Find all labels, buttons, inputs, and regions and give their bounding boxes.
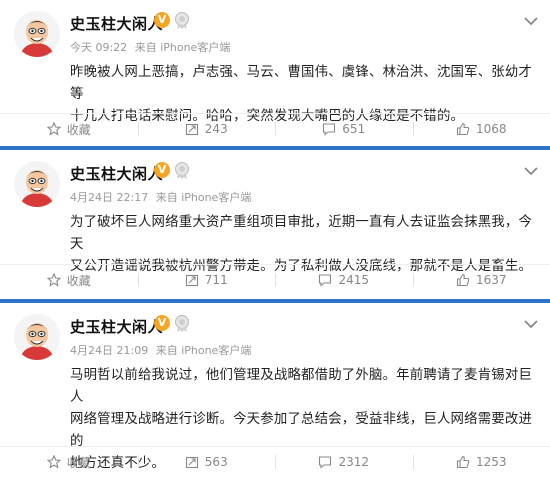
- verified-v-icon: V: [154, 315, 170, 331]
- weibo-post-3: 史玉柱大闲人 V 4月24日 21:09 来自 iPhone客户端 马明哲以前给…: [0, 303, 550, 480]
- weibo-post-1: 史玉柱大闲人 V 今天 09:22 来自 iPhone客户端 昨晚被人网上恶搞，…: [0, 0, 550, 146]
- verified-v-icon: V: [154, 162, 170, 178]
- post-meta: 4月24日 22:17 来自 iPhone客户端: [70, 189, 255, 205]
- repost-button[interactable]: 243: [137, 114, 276, 144]
- repost-icon: [185, 123, 198, 136]
- avatar[interactable]: [14, 314, 60, 360]
- chevron-down-icon[interactable]: [524, 16, 538, 26]
- medal-icon: [175, 315, 189, 332]
- comment-icon: [319, 274, 332, 287]
- collect-button[interactable]: 收藏: [0, 447, 138, 477]
- post-meta: 今天 09:22 来自 iPhone客户端: [70, 39, 234, 55]
- repost-button[interactable]: 711: [137, 265, 276, 295]
- avatar-cartoon-icon: [14, 161, 60, 207]
- avatar[interactable]: [14, 161, 60, 207]
- post-source[interactable]: 来自 iPhone客户端: [156, 191, 252, 204]
- star-icon: [46, 455, 61, 469]
- post-actions: 收藏 711 2415 1637: [0, 264, 550, 295]
- comment-icon: [319, 456, 332, 469]
- post-meta: 4月24日 21:09 来自 iPhone客户端: [70, 342, 255, 358]
- like-button[interactable]: 1253: [412, 447, 550, 477]
- verified-v-icon: V: [154, 12, 170, 28]
- avatar-cartoon-icon: [14, 314, 60, 360]
- medal-icon: [175, 162, 189, 179]
- comment-button[interactable]: 651: [275, 114, 413, 144]
- comment-count: 2312: [338, 455, 370, 469]
- avatar[interactable]: [14, 11, 60, 57]
- repost-icon: [185, 274, 198, 287]
- repost-count: 711: [204, 273, 228, 287]
- comment-button[interactable]: 2415: [275, 265, 413, 295]
- post-time[interactable]: 4月24日 22:17: [70, 191, 148, 204]
- like-count: 1253: [475, 455, 507, 469]
- repost-count: 243: [204, 122, 228, 136]
- chevron-down-icon[interactable]: [524, 319, 538, 329]
- star-icon: [46, 122, 61, 136]
- like-icon: [456, 122, 470, 136]
- like-count: 1637: [475, 273, 507, 287]
- repost-button[interactable]: 563: [137, 447, 276, 477]
- like-count: 1068: [475, 122, 507, 136]
- chevron-down-icon[interactable]: [524, 166, 538, 176]
- post-source[interactable]: 来自 iPhone客户端: [156, 344, 252, 357]
- repost-icon: [185, 456, 198, 469]
- user-name[interactable]: 史玉柱大闲人: [70, 13, 163, 34]
- user-name[interactable]: 史玉柱大闲人: [70, 316, 163, 337]
- collect-label: 收藏: [66, 455, 91, 470]
- medal-icon: [175, 12, 189, 29]
- collect-label: 收藏: [66, 273, 91, 288]
- like-icon: [456, 455, 470, 469]
- collect-button[interactable]: 收藏: [0, 265, 138, 295]
- collect-button[interactable]: 收藏: [0, 114, 138, 144]
- comment-count: 2415: [338, 273, 370, 287]
- avatar-cartoon-icon: [14, 11, 60, 57]
- collect-label: 收藏: [66, 122, 91, 137]
- post-actions: 收藏 243 651 1068: [0, 113, 550, 144]
- star-icon: [46, 273, 61, 287]
- comment-count: 651: [342, 122, 366, 136]
- like-button[interactable]: 1068: [412, 114, 550, 144]
- repost-count: 563: [204, 455, 228, 469]
- weibo-post-2: 史玉柱大闲人 V 4月24日 22:17 来自 iPhone客户端 为了破坏巨人…: [0, 150, 550, 299]
- comment-button[interactable]: 2312: [275, 447, 413, 477]
- post-source[interactable]: 来自 iPhone客户端: [135, 41, 231, 54]
- like-button[interactable]: 1637: [412, 265, 550, 295]
- user-name[interactable]: 史玉柱大闲人: [70, 163, 163, 184]
- post-time[interactable]: 今天 09:22: [70, 41, 127, 54]
- post-time[interactable]: 4月24日 21:09: [70, 344, 148, 357]
- comment-icon: [323, 123, 336, 136]
- like-icon: [456, 273, 470, 287]
- post-actions: 收藏 563 2312 1253: [0, 446, 550, 477]
